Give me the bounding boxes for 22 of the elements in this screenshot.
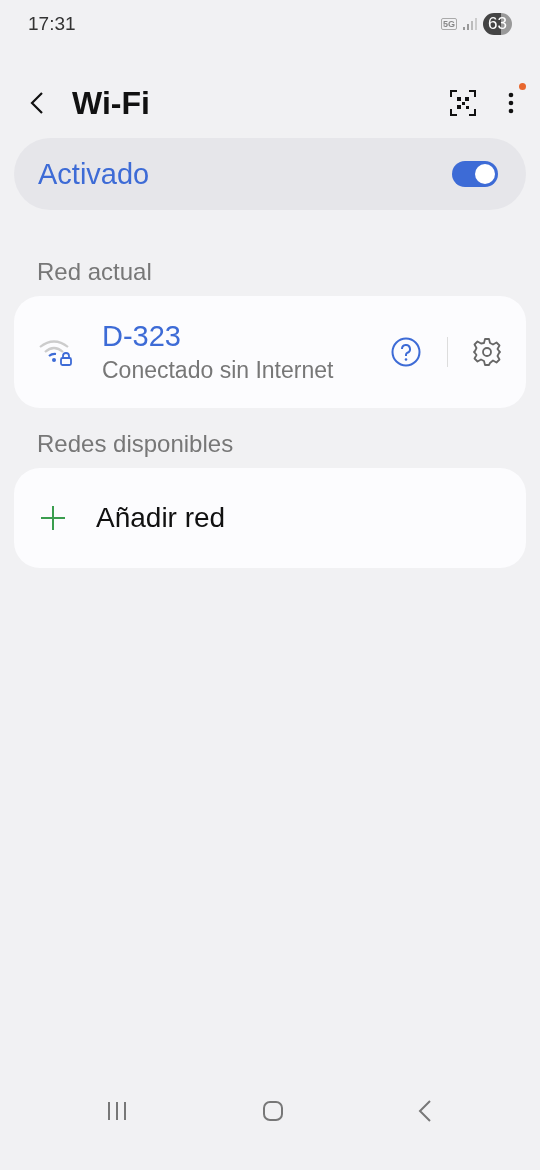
help-icon[interactable] <box>391 337 421 367</box>
network-card[interactable]: D-323 Conectado sin Internet <box>14 296 526 408</box>
status-time: 17:31 <box>28 13 76 35</box>
battery-indicator: 63 <box>483 13 512 35</box>
back-nav-button[interactable] <box>418 1100 432 1122</box>
page-title: Wi-Fi <box>72 84 151 122</box>
network-type-icon: 5G <box>441 18 458 30</box>
qr-code-icon[interactable] <box>450 90 476 116</box>
add-network-row[interactable]: Añadir red <box>14 468 526 568</box>
add-network-label: Añadir red <box>96 502 226 534</box>
back-button[interactable] <box>30 91 44 115</box>
signal-icon <box>463 18 478 30</box>
section-header: Redes disponibles <box>37 430 235 458</box>
plus-icon <box>40 505 66 531</box>
network-name: D-323 <box>102 320 182 353</box>
settings-icon[interactable] <box>472 337 502 367</box>
recent-apps-button[interactable] <box>106 1101 128 1121</box>
home-button[interactable] <box>262 1100 284 1122</box>
switch-label: Activado <box>38 157 150 191</box>
section-header: Red actual <box>37 258 153 286</box>
wifi-toggle[interactable] <box>452 161 498 187</box>
network-status: Conectado sin Internet <box>102 357 335 384</box>
